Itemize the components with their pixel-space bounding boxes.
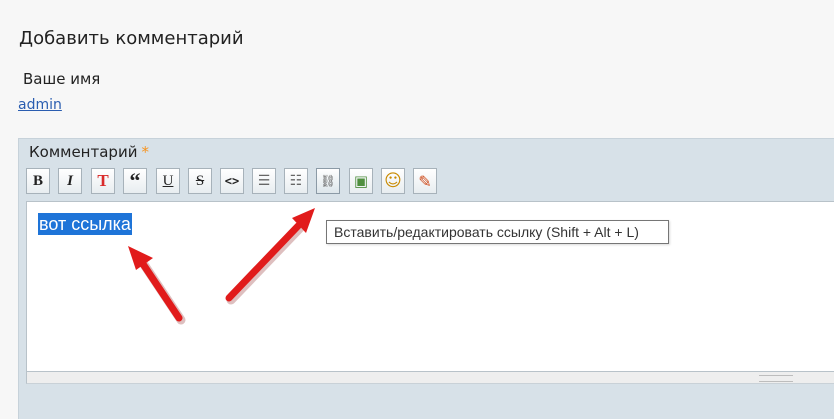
strikethrough-icon: S: [195, 172, 205, 189]
image-button[interactable]: ▣: [349, 168, 373, 194]
text-color-icon: T: [97, 171, 109, 190]
quote-button[interactable]: “: [123, 168, 147, 194]
comment-label: Комментарий *: [29, 143, 149, 161]
edit-icon: ✎: [418, 171, 432, 191]
comment-panel: Комментарий * B I T “ U S <> ☰ ☷ ⛓ ▣ ☺ ✎…: [18, 138, 834, 419]
bold-button[interactable]: B: [26, 168, 50, 194]
ordered-list-button[interactable]: ☰: [252, 168, 276, 194]
link-icon: ⛓: [320, 174, 336, 188]
name-link[interactable]: admin: [18, 97, 62, 113]
code-button[interactable]: <>: [220, 168, 244, 194]
ordered-list-icon: ☰: [257, 173, 271, 189]
italic-button[interactable]: I: [58, 168, 82, 194]
bold-icon: B: [32, 172, 43, 189]
link-tooltip: Вставить/редактировать ссылку (Shift + A…: [326, 220, 669, 244]
quote-icon: “: [129, 168, 141, 193]
emoji-button[interactable]: ☺: [381, 168, 405, 194]
unordered-list-button[interactable]: ☷: [284, 168, 308, 194]
underline-icon: U: [162, 172, 174, 189]
page-title: Добавить комментарий: [19, 28, 244, 49]
underline-button[interactable]: U: [156, 168, 180, 194]
image-icon: ▣: [353, 172, 369, 190]
emoji-icon: ☺: [384, 171, 402, 191]
code-icon: <>: [224, 174, 240, 188]
strikethrough-button[interactable]: S: [188, 168, 212, 194]
comment-label-text: Комментарий: [29, 143, 138, 161]
link-button[interactable]: ⛓: [316, 168, 340, 194]
required-star: *: [141, 143, 149, 161]
italic-icon: I: [67, 172, 73, 189]
unordered-list-icon: ☷: [289, 173, 303, 189]
text-color-button[interactable]: T: [91, 168, 115, 194]
selected-text[interactable]: вот ссылка: [38, 213, 132, 235]
name-label: Ваше имя: [23, 70, 101, 88]
edit-button[interactable]: ✎: [413, 168, 437, 194]
resize-grip-icon[interactable]: [759, 375, 793, 382]
editor-resize-bar[interactable]: [26, 372, 834, 384]
